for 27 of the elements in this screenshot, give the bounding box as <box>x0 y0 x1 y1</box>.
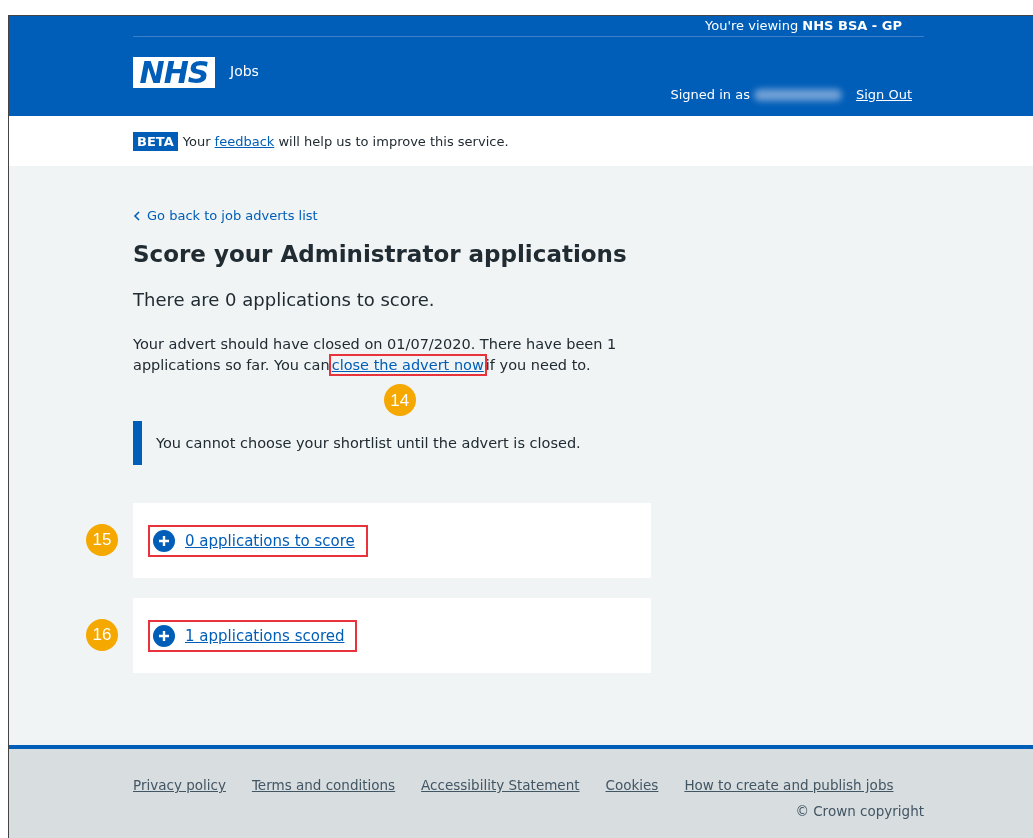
signed-in-label: Signed in as <box>670 87 750 102</box>
beta-tag: BETA <box>133 131 178 151</box>
inset-text: You cannot choose your shortlist until the advert is closed. <box>133 421 924 465</box>
footer-link[interactable]: Accessibility Statement <box>421 777 580 793</box>
nhs-logo[interactable]: NHS <box>133 57 215 88</box>
footer-link[interactable]: Terms and conditions <box>251 777 396 793</box>
footer-link[interactable]: How to create and publish jobs <box>684 777 894 793</box>
close-advert-link[interactable]: close the advert now <box>331 357 484 373</box>
sign-out-link[interactable]: Sign Out <box>855 87 912 102</box>
plus-circle-icon <box>153 529 175 552</box>
service-name: Jobs <box>230 63 259 79</box>
back-link[interactable]: Go back to job adverts list <box>133 208 924 223</box>
expander-toggle[interactable]: 0 applications to score <box>151 527 365 554</box>
plus-circle-icon <box>153 624 175 647</box>
callout-badge: 16 <box>86 619 118 651</box>
chevron-left-icon <box>133 210 141 221</box>
lead-text: There are 0 applications to score. <box>133 289 436 310</box>
feedback-link[interactable]: feedback <box>214 133 275 149</box>
expander-toggle[interactable]: 1 applications scored <box>151 622 355 649</box>
copyright-text: © Crown copyright <box>794 803 924 819</box>
viewing-text: You're viewing NHS BSA - GP <box>133 16 924 37</box>
callout-badge: 14 <box>383 384 416 416</box>
beta-banner-text: Your feedback will help us to improve this service. <box>182 133 509 149</box>
page-title: Score your Administrator applications <box>133 241 628 267</box>
footer-link[interactable]: Cookies <box>605 777 659 793</box>
callout-badge: 15 <box>86 524 118 556</box>
footer-link[interactable]: Privacy policy <box>133 777 226 793</box>
